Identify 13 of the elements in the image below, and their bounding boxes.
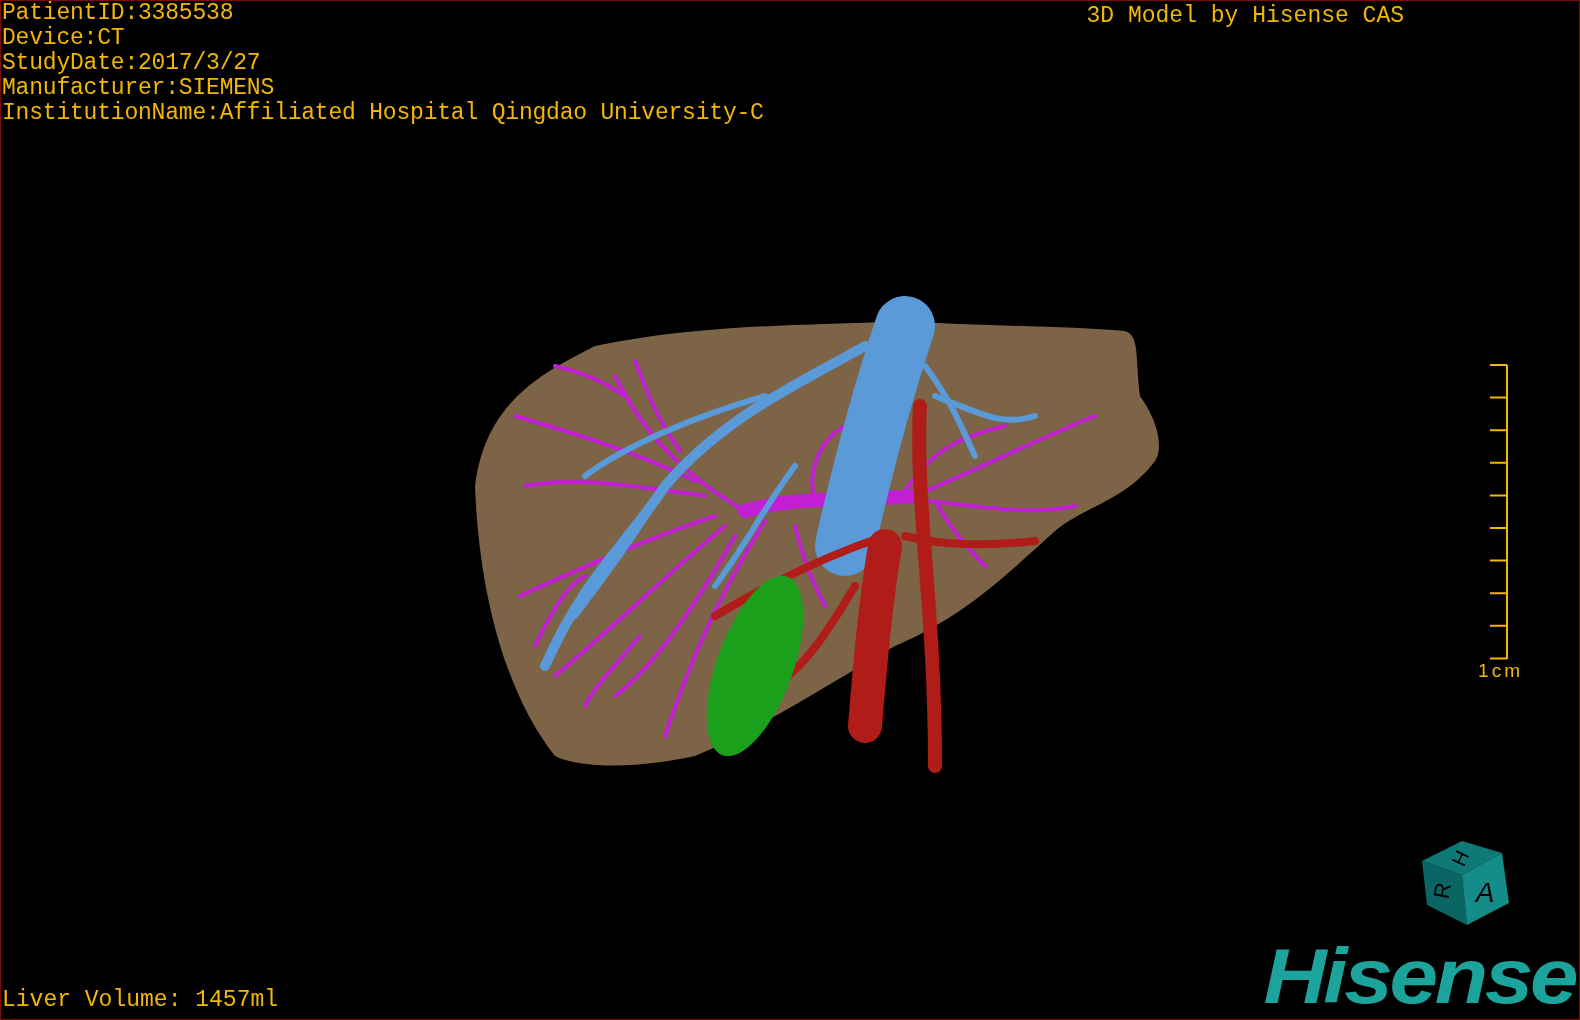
cube-face-label: H xyxy=(1447,847,1474,870)
study-info-text: Device:CT xyxy=(2,26,126,51)
cube-face-label: A xyxy=(1475,877,1495,909)
study-info-text: StudyDate:2017/3/27 xyxy=(2,51,262,76)
brand-logo: Hisense xyxy=(1263,939,1575,1013)
study-info-text: PatientID:3385538 xyxy=(2,1,235,26)
orientation-cube-drawing[interactable] xyxy=(1422,841,1509,925)
scale-label: 1cm xyxy=(1478,660,1523,682)
liver-volume-text: Liver Volume: 1457ml xyxy=(1,987,279,1015)
study-info-text: Manufacturer:SIEMENS xyxy=(2,76,276,101)
study-info-text: InstitutionName:Affiliated Hospital Qingdao University-C xyxy=(2,101,764,126)
cube-face-label: R xyxy=(1428,880,1457,901)
model-title: 3D Model by Hisense CAS xyxy=(1086,2,1404,31)
